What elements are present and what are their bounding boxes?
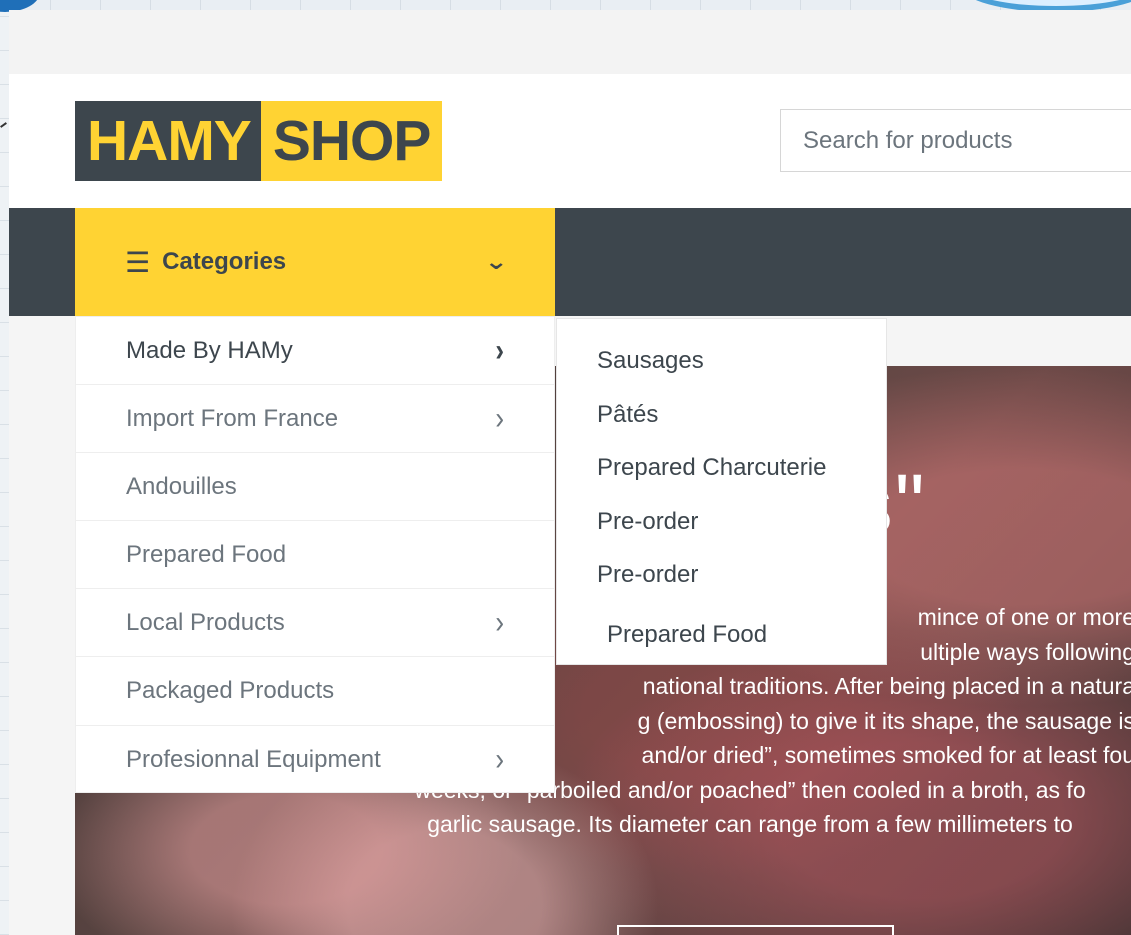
menu-icon: ☰ [125, 246, 151, 278]
submenu-item-sausages[interactable]: Sausages [557, 341, 886, 395]
desktop-edge [0, 0, 9, 935]
category-label: Made By HAMy [126, 336, 293, 364]
category-item-andouilles[interactable]: Andouilles [76, 453, 554, 522]
categories-dropdown: Made By HAMy › Import From France › Ando… [75, 316, 555, 793]
chevron-right-icon: › [495, 400, 504, 437]
search-input[interactable]: Search for products [780, 109, 1131, 172]
category-item-prepared-food[interactable]: Prepared Food [76, 521, 554, 590]
category-label: Prepared Food [126, 540, 287, 568]
desktop-background [0, 0, 1131, 10]
categories-button[interactable]: ☰ Categories ⌄ [75, 208, 555, 316]
submenu-item-prepared-charcuterie[interactable]: Prepared Charcuterie [557, 448, 886, 502]
category-item-made-by-hamy[interactable]: Made By HAMy › [76, 317, 554, 386]
submenu-item-prepared-food[interactable]: Prepared Food [557, 609, 886, 663]
logo-part1: HAMY [75, 101, 261, 181]
submenu-item-pre-order[interactable]: Pre-order [557, 502, 886, 556]
categories-label: Categories [162, 248, 287, 275]
chevron-right-icon: › [495, 741, 504, 778]
site-logo[interactable]: HAMY SHOP [75, 101, 443, 181]
category-label: Import From France [126, 404, 339, 432]
category-item-professional-equipment[interactable]: Profesionnal Equipment › [76, 726, 554, 794]
category-label: Profesionnal Equipment [126, 745, 381, 773]
hero-button[interactable] [617, 925, 894, 935]
topbar [9, 10, 1131, 74]
category-item-import-from-france[interactable]: Import From France › [76, 385, 554, 454]
logo-part2: SHOP [260, 101, 443, 181]
hero-line: garlic sausage. Its diameter can range f… [427, 811, 1073, 837]
category-label: Andouilles [126, 472, 237, 500]
search-placeholder: Search for products [803, 127, 1013, 154]
submenu-made-by-hamy: Sausages Pâtés Prepared Charcuterie Pre-… [556, 318, 887, 665]
chevron-right-icon: › [495, 604, 504, 641]
submenu-item-pates[interactable]: Pâtés [557, 395, 886, 449]
category-label: Packaged Products [126, 677, 335, 705]
chevron-right-icon: › [495, 331, 504, 368]
chevron-down-icon: ⌄ [483, 249, 508, 274]
category-item-packaged-products[interactable]: Packaged Products [76, 657, 554, 726]
category-label: Local Products [126, 608, 285, 636]
category-item-local-products[interactable]: Local Products › [76, 589, 554, 658]
submenu-item-pre-order-2[interactable]: Pre-order [557, 555, 886, 609]
